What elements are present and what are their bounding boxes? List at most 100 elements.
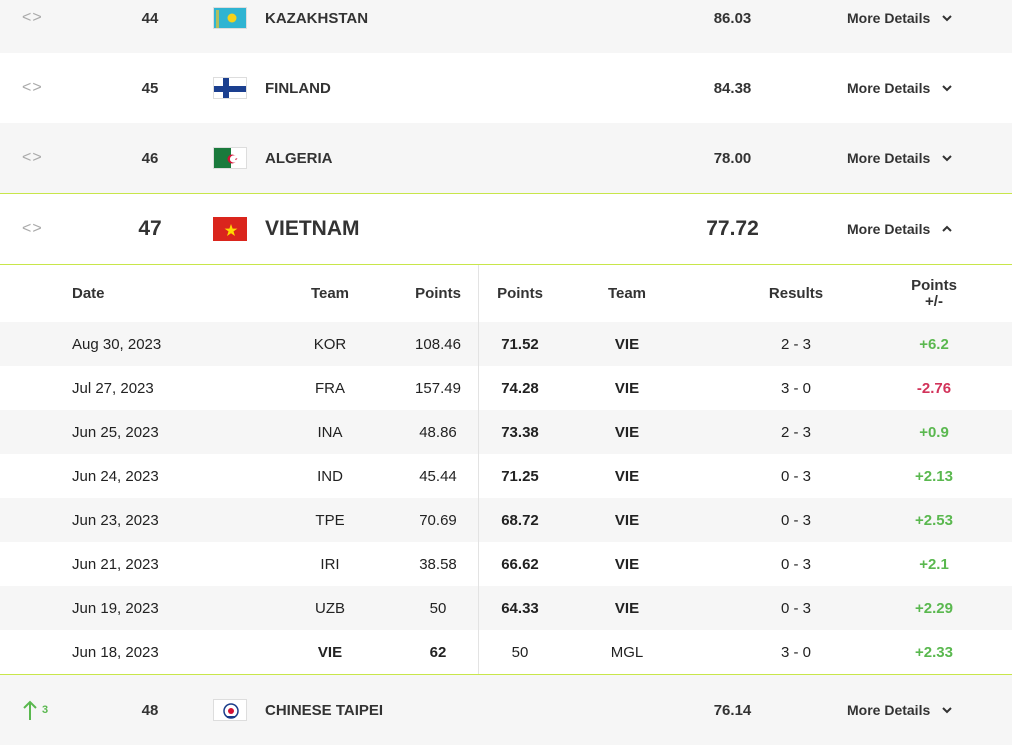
match-row: Jun 21, 2023 IRI 38.58 66.62 VIE 0 - 3 +… [0, 542, 1012, 586]
match-row: Jul 27, 2023 FRA 157.49 74.28 VIE 3 - 0 … [0, 366, 1012, 410]
match-points1: 50 [429, 599, 447, 617]
more-details-label: More Details [847, 702, 931, 718]
country-points: 78.00 [713, 149, 752, 167]
match-points-diff: -2.76 [916, 379, 952, 397]
match-row: Jun 25, 2023 INA 48.86 73.38 VIE 2 - 3 +… [0, 410, 1012, 454]
finland-flag-icon [213, 77, 247, 99]
more-details-button[interactable]: More Details [847, 675, 954, 745]
country-points: 86.03 [713, 9, 752, 27]
match-row: Jun 18, 2023 VIE 62 50 MGL 3 - 0 +2.33 [0, 630, 1012, 674]
rank-number: 47 [138, 217, 162, 240]
country-points: 77.72 [706, 217, 759, 240]
match-result: 3 - 0 [780, 643, 811, 661]
unchanged-trend-icon: <> [22, 9, 43, 26]
chevron-down-icon [942, 155, 952, 162]
chinese-taipei-flag-icon [213, 699, 247, 721]
match-points1: 48.86 [419, 423, 457, 441]
match-team2: VIE [614, 511, 640, 529]
more-details-button[interactable]: More Details [847, 0, 954, 53]
match-result: 0 - 3 [780, 511, 811, 529]
match-team2: VIE [614, 379, 640, 397]
match-points-diff: +6.2 [919, 335, 949, 353]
kazakhstan-flag-icon [213, 7, 247, 29]
match-points2: 50 [511, 643, 529, 661]
country-name: VIETNAM [265, 217, 360, 240]
header-results: Results [768, 285, 824, 302]
match-points2: 66.62 [501, 555, 539, 573]
header-points2: Points [497, 285, 543, 302]
algeria-flag-icon [213, 147, 247, 169]
country-name: CHINESE TAIPEI [265, 701, 384, 719]
match-points2: 64.33 [501, 599, 539, 617]
match-result: 0 - 3 [780, 467, 811, 485]
match-points2: 73.38 [501, 423, 539, 441]
match-date: Jun 25, 2023 [72, 423, 159, 441]
matches-table-header: Date Team Points Points Team Results Poi… [0, 265, 1012, 322]
rank-number: 44 [141, 9, 159, 27]
header-points-diff: Points +/- [893, 265, 975, 322]
header-diff-line2: +/- [925, 292, 943, 310]
match-result: 2 - 3 [780, 423, 811, 441]
match-date: Aug 30, 2023 [72, 335, 162, 353]
more-details-label: More Details [847, 150, 931, 166]
match-date: Jun 23, 2023 [72, 511, 159, 529]
match-team2: VIE [614, 467, 640, 485]
match-date: Jun 24, 2023 [72, 467, 159, 485]
arrow-up-icon [23, 700, 37, 720]
vietnam-flag-icon [213, 217, 247, 241]
header-points1: Points [415, 285, 461, 302]
match-points1: 70.69 [419, 511, 457, 529]
match-result: 3 - 0 [780, 379, 811, 397]
match-points2: 71.25 [501, 467, 539, 485]
rank-change-count: 3 [42, 704, 50, 716]
match-result: 0 - 3 [780, 599, 811, 617]
match-team2: VIE [614, 555, 640, 573]
match-team1: INA [317, 423, 343, 441]
country-points: 76.14 [713, 701, 752, 719]
match-team2: MGL [610, 643, 644, 661]
match-points-diff: +0.9 [919, 423, 949, 441]
match-result: 0 - 3 [780, 555, 811, 573]
unchanged-trend-icon: <> [22, 220, 43, 237]
match-team1: FRA [315, 379, 345, 397]
match-row: Jun 24, 2023 IND 45.44 71.25 VIE 0 - 3 +… [0, 454, 1012, 498]
match-date: Jun 18, 2023 [72, 643, 159, 661]
more-details-button[interactable]: More Details [847, 123, 954, 193]
ranking-row-47-expanded: <> 47 VIETNAM 77.72 More Details [0, 194, 1012, 264]
match-team1: IRI [320, 555, 340, 573]
match-points-diff: +2.13 [915, 467, 953, 485]
match-points1: 157.49 [415, 379, 461, 397]
rank-number: 48 [141, 701, 159, 719]
match-row: Jun 23, 2023 TPE 70.69 68.72 VIE 0 - 3 +… [0, 498, 1012, 542]
match-team1: TPE [315, 511, 345, 529]
country-name: FINLAND [265, 79, 331, 97]
more-details-button[interactable]: More Details [847, 53, 954, 123]
match-points-diff: +2.53 [915, 511, 953, 529]
match-points1: 45.44 [419, 467, 457, 485]
match-points1: 38.58 [419, 555, 457, 573]
match-team2: VIE [614, 599, 640, 617]
match-points-diff: +2.1 [919, 555, 949, 573]
match-points-diff: +2.33 [915, 643, 953, 661]
chevron-up-icon [942, 225, 952, 232]
match-points1: 108.46 [415, 335, 461, 353]
header-team1: Team [310, 285, 350, 302]
match-team2: VIE [614, 423, 640, 441]
header-team2: Team [607, 285, 647, 302]
match-row: Jun 19, 2023 UZB 50 64.33 VIE 0 - 3 +2.2… [0, 586, 1012, 630]
rank-number: 46 [141, 149, 159, 167]
match-team1: VIE [317, 643, 343, 661]
match-points2: 74.28 [501, 379, 539, 397]
match-points1: 62 [429, 643, 447, 661]
match-points2: 68.72 [501, 511, 539, 529]
ranking-row-44: <> 44 KAZAKHSTAN 86.03 More Details [0, 0, 1012, 53]
country-points: 84.38 [713, 79, 752, 97]
rank-up-indicator: 3 [22, 675, 49, 745]
header-date: Date [72, 285, 105, 302]
ranking-row-46: <> 46 ALGERIA 78.00 More Details [0, 123, 1012, 193]
match-points-diff: +2.29 [915, 599, 953, 617]
unchanged-trend-icon: <> [22, 79, 43, 96]
match-result: 2 - 3 [780, 335, 811, 353]
more-details-button[interactable]: More Details [847, 194, 954, 264]
match-team2: VIE [614, 335, 640, 353]
